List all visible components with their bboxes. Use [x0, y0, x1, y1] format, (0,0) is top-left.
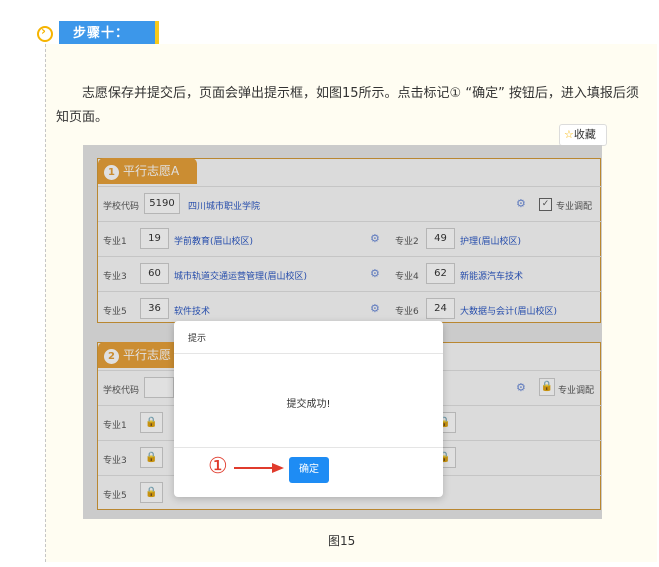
favorite-label: 收藏	[573, 128, 596, 141]
divider	[174, 353, 443, 354]
instruction-paragraph: 志愿保存并提交后，页面会弹出提示框，如图15所示。点击标记① “确定” 按钮后，…	[56, 86, 639, 125]
arrow-icon	[234, 463, 284, 473]
figure-caption: 图15	[328, 534, 356, 548]
step-accent-bar	[155, 21, 159, 46]
figure-screenshot: ✦ ✦ 1平行志愿A 学校代码 5190 四川城市职业学院 ⚙ ✓ 专业调配 专…	[83, 145, 602, 519]
star-icon: ☆	[564, 128, 574, 141]
ok-button[interactable]: 确定	[289, 457, 329, 483]
step-label: 步骤十：	[59, 21, 155, 46]
favorite-button[interactable]: ☆收藏	[559, 124, 607, 146]
dialog-message: 提交成功!	[286, 399, 331, 410]
dialog-title: 提示	[188, 334, 207, 344]
success-dialog: 提示 提交成功! ① 确定	[174, 321, 443, 497]
chevron-circle-icon: ›	[37, 24, 53, 42]
divider	[174, 447, 443, 448]
step-marker: ①	[208, 454, 228, 479]
